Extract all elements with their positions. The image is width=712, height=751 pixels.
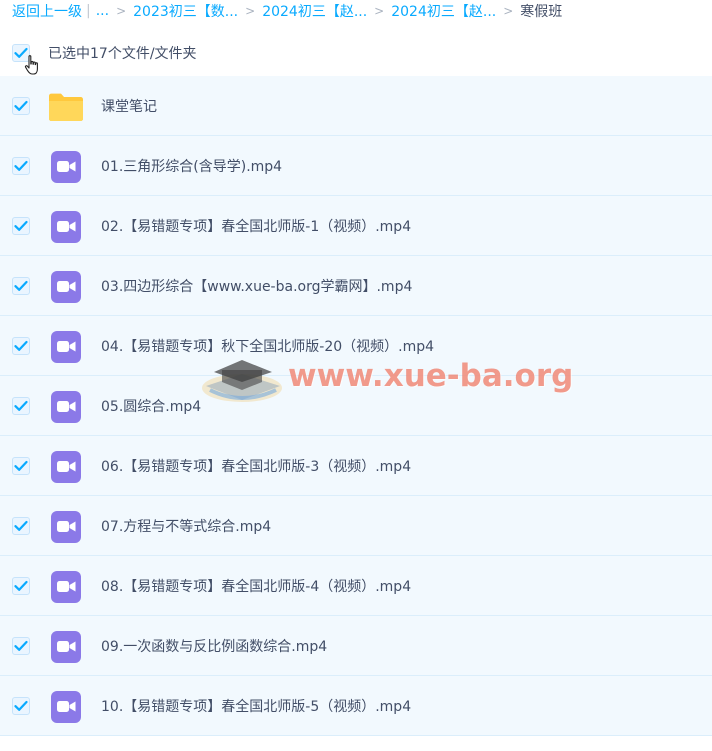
breadcrumb-ellipsis[interactable]: ... — [96, 3, 109, 19]
video-file-icon — [48, 331, 84, 363]
video-file-icon — [48, 451, 84, 483]
file-name[interactable]: 10.【易错题专项】春全国北师版-5（视频）.mp4 — [101, 676, 411, 736]
file-name[interactable]: 课堂笔记 — [101, 76, 157, 136]
file-name[interactable]: 06.【易错题专项】春全国北师版-3（视频）.mp4 — [101, 436, 411, 496]
file-name[interactable]: 01.三角形综合(含导学).mp4 — [101, 136, 282, 196]
checkmark-icon — [14, 280, 28, 291]
video-file-icon — [48, 211, 84, 243]
file-row[interactable]: 05.圆综合.mp4 — [0, 376, 712, 436]
back-link[interactable]: 返回上一级 — [12, 1, 82, 21]
breadcrumb-item-2[interactable]: 2024初三【赵... — [262, 1, 367, 21]
breadcrumb-item-1[interactable]: 2023初三【数... — [133, 1, 238, 21]
video-file-icon — [48, 571, 84, 603]
checkmark-icon — [14, 700, 28, 711]
file-row[interactable]: 02.【易错题专项】春全国北师版-1（视频）.mp4 — [0, 196, 712, 256]
file-row[interactable]: 10.【易错题专项】春全国北师版-5（视频）.mp4 — [0, 676, 712, 736]
chevron-right-icon: > — [116, 4, 127, 18]
hand-cursor-icon — [24, 55, 38, 75]
breadcrumb-item-3[interactable]: 2024初三【赵... — [391, 1, 496, 21]
checkmark-icon — [14, 160, 28, 171]
checkmark-icon — [14, 100, 28, 111]
row-checkbox[interactable] — [12, 397, 30, 415]
row-checkbox[interactable] — [12, 637, 30, 655]
file-browser: 返回上一级 | ... > 2023初三【数... > 2024初三【赵... … — [0, 0, 712, 751]
breadcrumb-current: 寒假班 — [520, 4, 563, 20]
file-row[interactable]: 01.三角形综合(含导学).mp4 — [0, 136, 712, 196]
select-all-row: 已选中17个文件/文件夹 — [12, 40, 197, 75]
row-checkbox[interactable] — [12, 517, 30, 535]
row-checkbox[interactable] — [12, 157, 30, 175]
checkmark-icon — [14, 340, 28, 351]
folder-icon — [49, 93, 83, 121]
chevron-right-icon: > — [374, 4, 385, 18]
row-checkbox[interactable] — [12, 217, 30, 235]
video-file-icon — [48, 631, 84, 663]
file-row[interactable]: 08.【易错题专项】春全国北师版-4（视频）.mp4 — [0, 556, 712, 616]
video-file-icon — [48, 511, 84, 543]
selection-count-label: 已选中17个文件/文件夹 — [48, 46, 197, 62]
file-name[interactable]: 02.【易错题专项】春全国北师版-1（视频）.mp4 — [101, 196, 411, 256]
breadcrumb-divider: | — [86, 3, 91, 19]
row-checkbox[interactable] — [12, 457, 30, 475]
video-file-icon — [48, 151, 84, 183]
file-row[interactable]: 09.一次函数与反比例函数综合.mp4 — [0, 616, 712, 676]
video-file-icon — [48, 391, 84, 423]
file-row[interactable]: 06.【易错题专项】春全国北师版-3（视频）.mp4 — [0, 436, 712, 496]
file-list: 课堂笔记 01.三角形综合(含导学).mp4 02.【易错题专项】春全国北师版-1（… — [0, 76, 712, 736]
checkmark-icon — [14, 220, 28, 231]
checkmark-icon — [14, 400, 28, 411]
breadcrumb: 返回上一级 | ... > 2023初三【数... > 2024初三【赵... … — [12, 0, 562, 22]
checkmark-icon — [14, 460, 28, 471]
chevron-right-icon: > — [503, 4, 514, 18]
row-checkbox[interactable] — [12, 337, 30, 355]
chevron-right-icon: > — [245, 4, 256, 18]
file-name[interactable]: 04.【易错题专项】秋下全国北师版-20（视频）.mp4 — [101, 316, 434, 376]
video-file-icon — [48, 271, 84, 303]
row-checkbox[interactable] — [12, 277, 30, 295]
file-row[interactable]: 04.【易错题专项】秋下全国北师版-20（视频）.mp4 — [0, 316, 712, 376]
checkmark-icon — [14, 520, 28, 531]
file-name[interactable]: 07.方程与不等式综合.mp4 — [101, 496, 271, 556]
folder-row[interactable]: 课堂笔记 — [0, 76, 712, 136]
file-name[interactable]: 09.一次函数与反比例函数综合.mp4 — [101, 616, 327, 676]
video-file-icon — [48, 691, 84, 723]
checkmark-icon — [14, 640, 28, 651]
file-name[interactable]: 08.【易错题专项】春全国北师版-4（视频）.mp4 — [101, 556, 411, 616]
file-row[interactable]: 07.方程与不等式综合.mp4 — [0, 496, 712, 556]
file-row[interactable]: 03.四边形综合【www.xue-ba.org学霸网】.mp4 — [0, 256, 712, 316]
row-checkbox[interactable] — [12, 697, 30, 715]
row-checkbox[interactable] — [12, 577, 30, 595]
row-checkbox[interactable] — [12, 97, 30, 115]
file-name[interactable]: 05.圆综合.mp4 — [101, 376, 201, 436]
checkmark-icon — [14, 580, 28, 591]
file-name[interactable]: 03.四边形综合【www.xue-ba.org学霸网】.mp4 — [101, 256, 412, 316]
